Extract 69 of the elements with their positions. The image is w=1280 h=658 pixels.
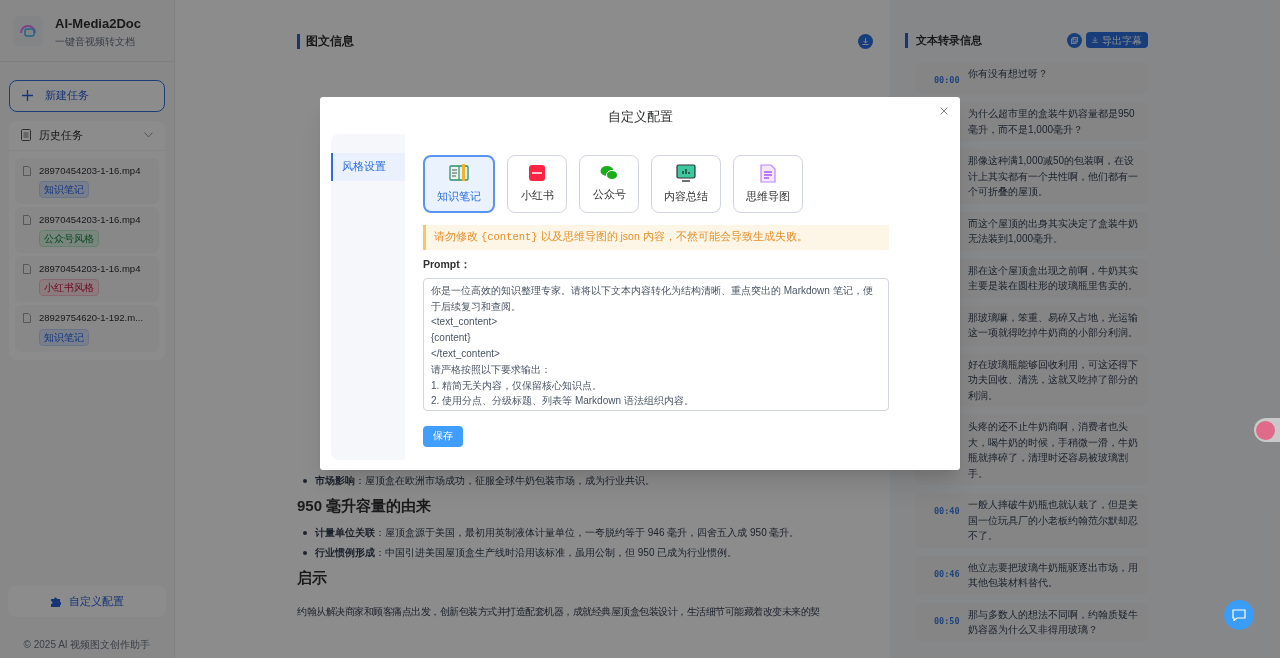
prompt-field[interactable]: 你是一位高效的知识整理专家。请将以下文本内容转化为结构清晰、重点突出的 Markdown 笔记，便于后续复习和查阅。 <text_content> {content} </text_content> 请严格按照以下要求输出： 1. 精简无关内容，仅保留核心知识点。 2. 使用分点、分级标题、列表等 Markdown 语法组织内容。 [423, 277, 889, 411]
style-tag: 知识笔记 [39, 328, 89, 346]
document-icon [21, 129, 31, 141]
file-name: 28929754620-1-192.m... [39, 311, 144, 326]
history-item[interactable]: 28970454203-1-16.mp4 公众号风格 [15, 206, 159, 253]
copy-icon[interactable] [1067, 32, 1082, 48]
style-option[interactable]: 思维导图 [733, 155, 803, 213]
transcript-text: 他立志要把玻璃牛奶瓶驱逐出市场，用其他包装材料替代。 [968, 560, 1139, 590]
app-logo-icon [528, 164, 546, 183]
timestamp: 00:00 [934, 75, 960, 85]
warning-text: 请勿修改 {content} 以及思维导图的 json 内容，不然可能会导致生成失败。 [434, 229, 808, 246]
timestamp: 00:40 [934, 506, 960, 516]
prompt-label: Prompt： [423, 257, 472, 272]
dialog-title: 自定义配置 [606, 108, 674, 126]
paragraph: 约翰从解决商家和顾客痛点出发，创新包装方式并打造配套机器，成就经典屋顶盒包装设计，生活细节可能藏着改变未来的契 [297, 605, 820, 619]
transcript-text: 好在玻璃瓶能够回收利用，可这还得下功夫回收、清洗，这就又吃掉了部分的利润。 [968, 357, 1139, 403]
puzzle-icon [50, 596, 61, 607]
style-tag: 小红书风格 [39, 279, 99, 297]
section-heading: 启示 [297, 568, 328, 588]
history-item[interactable]: 28929754620-1-192.m... 知识笔记 [15, 305, 159, 352]
timestamp: 00:46 [934, 568, 960, 579]
file-icon [760, 163, 776, 183]
app-title: AI-Media2Doc [55, 15, 141, 33]
file-icon [23, 165, 31, 176]
save-button[interactable]: 保存 [423, 425, 463, 447]
history-item[interactable]: 28970454203-1-16.mp4 小红书风格 [15, 256, 159, 303]
bullet-icon [303, 479, 307, 483]
file-icon [23, 264, 31, 274]
history-header[interactable]: 历史任务 [9, 120, 165, 151]
transcript-text: 为什么超市里的盒装牛奶容量都是950毫升，而不是1,000毫升？ [968, 107, 1136, 137]
bullet-icon [303, 551, 307, 555]
bullet-text: 计量单位关联：屋顶盒源于美国，最初用英制液体计量单位，一夸脱约等于 946 毫升，四舍五入成 950 毫升。 [315, 526, 800, 540]
bullet-text: 市场影响：屋顶盒在欧洲市场成功，征服全球牛奶包装市场，成为行业共识。 [315, 474, 655, 488]
timestamp: 00:50 [934, 615, 960, 626]
translate-widget-icon[interactable] [1254, 418, 1280, 442]
monitor-chart-icon [676, 163, 696, 183]
file-icon [23, 214, 31, 225]
bullet-icon [303, 531, 307, 535]
transcript-text: 你有没有想过呀？ [968, 67, 1048, 81]
close-icon[interactable] [939, 106, 949, 116]
chat-icon [1232, 609, 1246, 621]
style-option[interactable]: 小红书 [507, 155, 567, 213]
style-tag: 公众号风格 [39, 230, 99, 247]
download-icon[interactable] [858, 34, 873, 49]
transcript-text: 那在这个屋顶盒出现之前啊，牛奶其实主要是装在圆柱形的玻璃瓶里售卖的。 [968, 263, 1139, 293]
chat-button[interactable] [1224, 600, 1254, 630]
chevron-icon [144, 132, 153, 138]
export-subtitles-button[interactable]: 导出字幕 [1086, 32, 1148, 48]
footer-text: © 2025 AI 视频图文创作助手 [22, 638, 152, 652]
style-option[interactable]: 知识笔记 [423, 155, 495, 213]
section-heading: 950 毫升容量的由来 [297, 496, 433, 516]
file-name: 28970454203-1-16.mp4 [39, 262, 141, 276]
transcript-text: 而这个屋顶的出身其实决定了盒装牛奶无法装到1,000毫升。 [968, 216, 1139, 246]
file-name: 28970454203-1-16.mp4 [39, 163, 141, 178]
transcript-text: 那与多数人的想法不同啊，约翰质疑牛奶容器为什么又非得用玻璃？ [968, 607, 1139, 637]
file-name: 28970454203-1-16.mp4 [39, 212, 141, 227]
history-item[interactable]: 28970454203-1-16.mp4 知识笔记 [15, 157, 159, 204]
download-icon [1092, 37, 1098, 43]
chat-bubbles-icon [600, 165, 618, 182]
new-task-button[interactable]: 新建任务 [9, 79, 165, 112]
bullet-text: 行业惯例形成：中国引进美国屋顶盒生产线时沿用该标准，虽用公制，但 950 已成为行业惯例。 [315, 546, 738, 560]
config-button[interactable]: 自定义配置 [8, 586, 166, 617]
style-tag: 知识笔记 [39, 180, 89, 198]
plus-icon [22, 90, 33, 101]
book-icon [449, 163, 469, 184]
file-icon [23, 313, 31, 324]
nav-tab[interactable]: 风格设置 [331, 153, 405, 181]
style-option[interactable]: 内容总结 [651, 155, 721, 213]
style-option[interactable]: 公众号 [579, 155, 639, 213]
